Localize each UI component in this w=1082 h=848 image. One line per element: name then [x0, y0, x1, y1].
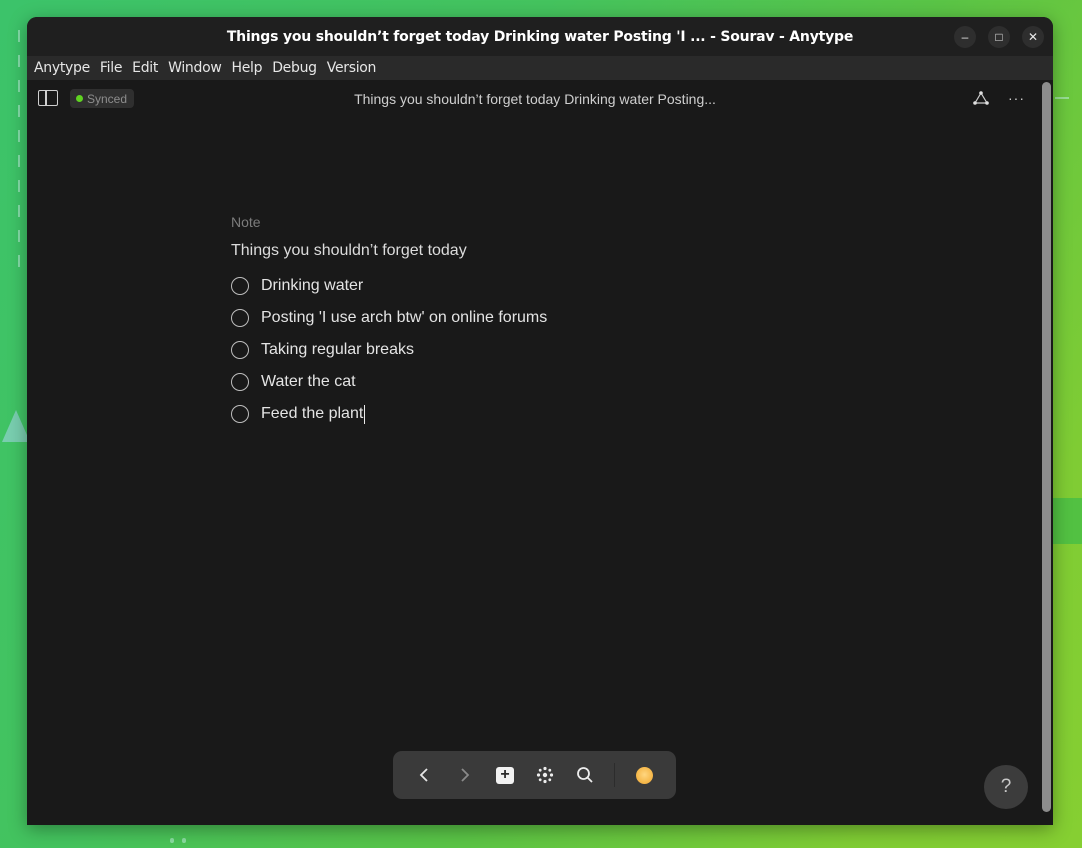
wallpaper-decoration: [18, 180, 20, 192]
bottom-navigation-bar: +: [393, 751, 676, 799]
wallpaper-decoration: [170, 838, 174, 843]
task-checkbox[interactable]: [231, 309, 249, 327]
search-button[interactable]: [575, 765, 595, 785]
graph-view-button[interactable]: [535, 765, 555, 785]
menu-help[interactable]: Help: [231, 60, 262, 76]
editor-area: Synced Things you shouldn’t forget today…: [27, 80, 1053, 825]
maximize-button[interactable]: □: [988, 26, 1010, 48]
menu-edit[interactable]: Edit: [132, 60, 158, 76]
more-options-icon[interactable]: ···: [1008, 91, 1025, 105]
graph-dots-icon: [536, 766, 554, 784]
wallpaper-decoration: [182, 838, 186, 843]
wallpaper-decoration: [18, 205, 20, 217]
help-button[interactable]: ?: [984, 765, 1028, 809]
chevron-right-icon: [461, 768, 470, 782]
wallpaper-decoration: [18, 30, 20, 42]
document-title[interactable]: Things you shouldn’t forget today: [231, 242, 547, 260]
object-type-label[interactable]: Note: [231, 214, 547, 230]
task-label[interactable]: Water the cat: [261, 373, 356, 391]
window-controls: – □ ✕: [954, 26, 1044, 48]
menu-bar: Anytype File Edit Window Help Debug Vers…: [27, 56, 1053, 80]
plus-icon: +: [496, 766, 514, 784]
wallpaper-band: [1052, 498, 1082, 544]
menu-file[interactable]: File: [100, 60, 123, 76]
app-window: Things you shouldn’t forget today Drinki…: [27, 17, 1053, 825]
graph-icon[interactable]: [973, 91, 989, 105]
task-label[interactable]: Feed the plant: [261, 405, 363, 423]
task-item: Water the cat: [231, 366, 547, 398]
create-object-button[interactable]: +: [495, 765, 515, 785]
document: Note Things you shouldn’t forget today D…: [231, 214, 547, 430]
back-button[interactable]: [414, 765, 434, 785]
task-item: Taking regular breaks: [231, 334, 547, 366]
wallpaper-decoration: [1055, 97, 1069, 99]
menu-version[interactable]: Version: [327, 60, 377, 76]
wallpaper-decoration: [18, 55, 20, 67]
avatar: [635, 766, 653, 784]
chevron-left-icon: [419, 768, 428, 782]
title-bar[interactable]: Things you shouldn’t forget today Drinki…: [27, 17, 1053, 56]
window-title: Things you shouldn’t forget today Drinki…: [226, 28, 854, 45]
text-cursor: [364, 404, 366, 424]
wallpaper-decoration: [18, 80, 20, 92]
wallpaper-decoration: [18, 155, 20, 167]
close-button[interactable]: ✕: [1022, 26, 1044, 48]
wallpaper-triangle: [2, 410, 30, 442]
task-label[interactable]: Taking regular breaks: [261, 341, 414, 359]
navbar-divider: [614, 763, 615, 787]
profile-button[interactable]: [634, 765, 654, 785]
task-item: Drinking water: [231, 270, 547, 302]
menu-debug[interactable]: Debug: [272, 60, 317, 76]
wallpaper-decoration: [18, 130, 20, 142]
wallpaper-decoration: [18, 255, 20, 267]
task-checkbox[interactable]: [231, 341, 249, 359]
forward-button[interactable]: [455, 765, 475, 785]
task-checkbox[interactable]: [231, 277, 249, 295]
wallpaper-decoration: [18, 105, 20, 117]
task-checkbox[interactable]: [231, 405, 249, 423]
minimize-button[interactable]: –: [954, 26, 976, 48]
menu-anytype[interactable]: Anytype: [34, 60, 90, 76]
wallpaper-decoration: [18, 230, 20, 242]
page-header: Synced Things you shouldn’t forget today…: [27, 80, 1053, 117]
breadcrumb-title[interactable]: Things you shouldn’t forget today Drinki…: [27, 91, 1053, 107]
search-icon: [577, 767, 593, 783]
vertical-scrollbar[interactable]: [1042, 82, 1051, 812]
task-label[interactable]: Posting 'I use arch btw' on online forum…: [261, 309, 547, 327]
menu-window[interactable]: Window: [168, 60, 222, 76]
task-item: Feed the plant: [231, 398, 547, 430]
task-item: Posting 'I use arch btw' on online forum…: [231, 302, 547, 334]
task-label[interactable]: Drinking water: [261, 277, 363, 295]
task-checkbox[interactable]: [231, 373, 249, 391]
